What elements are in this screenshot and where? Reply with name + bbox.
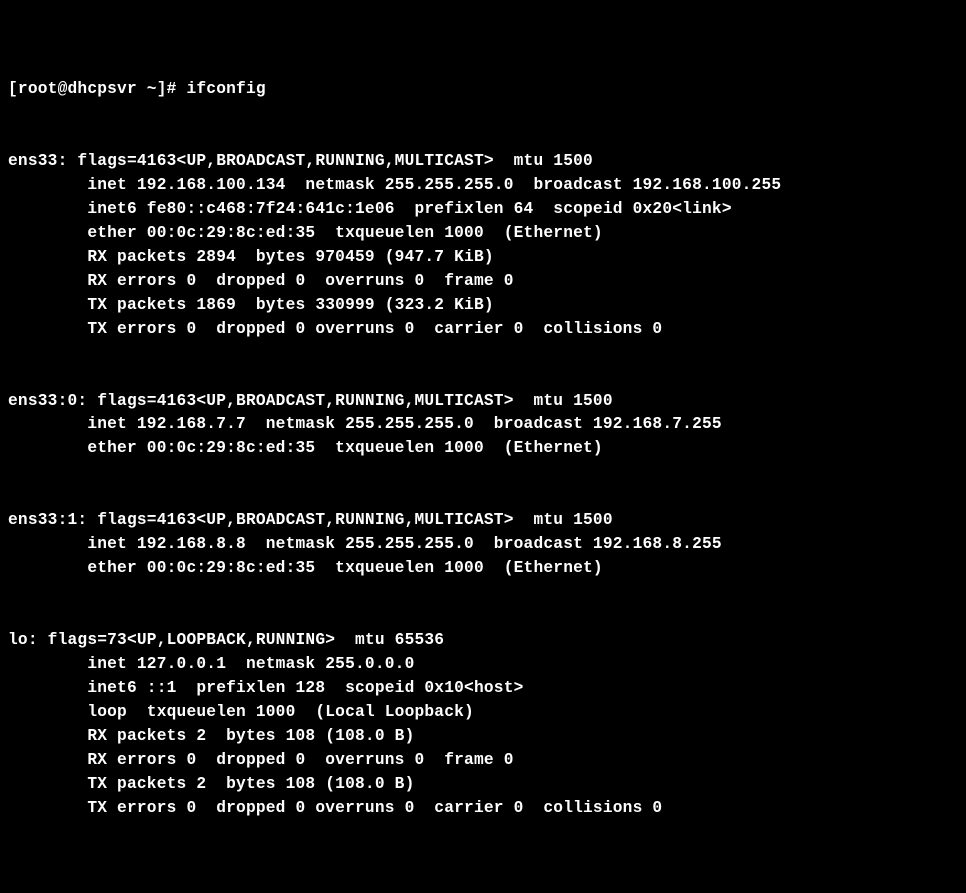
iface-line: ether 00:0c:29:8c:ed:35 txqueuelen 1000 … — [8, 439, 603, 457]
iface-line: inet 192.168.8.8 netmask 255.255.255.0 b… — [8, 535, 722, 553]
iface-line: RX packets 2 bytes 108 (108.0 B) — [8, 727, 414, 745]
iface-header: lo: flags=73<UP,LOOPBACK,RUNNING> mtu 65… — [8, 631, 444, 649]
iface-line: inet6 ::1 prefixlen 128 scopeid 0x10<hos… — [8, 679, 524, 697]
iface-line: inet6 fe80::c468:7f24:641c:1e06 prefixle… — [8, 200, 732, 218]
iface-line: loop txqueuelen 1000 (Local Loopback) — [8, 703, 474, 721]
interface-ens33-1: ens33:1: flags=4163<UP,BROADCAST,RUNNING… — [8, 485, 958, 581]
iface-line: TX packets 1869 bytes 330999 (323.2 KiB) — [8, 296, 494, 314]
iface-line: ether 00:0c:29:8c:ed:35 txqueuelen 1000 … — [8, 559, 603, 577]
iface-line: TX packets 2 bytes 108 (108.0 B) — [8, 775, 414, 793]
interface-ens33-0: ens33:0: flags=4163<UP,BROADCAST,RUNNING… — [8, 366, 958, 462]
iface-line: inet 127.0.0.1 netmask 255.0.0.0 — [8, 655, 414, 673]
iface-header: ens33:0: flags=4163<UP,BROADCAST,RUNNING… — [8, 392, 613, 410]
iface-line: RX errors 0 dropped 0 overruns 0 frame 0 — [8, 751, 514, 769]
iface-header: ens33: flags=4163<UP,BROADCAST,RUNNING,M… — [8, 152, 593, 170]
iface-line: TX errors 0 dropped 0 overruns 0 carrier… — [8, 320, 662, 338]
interface-ens33: ens33: flags=4163<UP,BROADCAST,RUNNING,M… — [8, 126, 958, 342]
iface-line: inet 192.168.7.7 netmask 255.255.255.0 b… — [8, 415, 722, 433]
iface-line: ether 00:0c:29:8c:ed:35 txqueuelen 1000 … — [8, 224, 603, 242]
iface-line: RX errors 0 dropped 0 overruns 0 frame 0 — [8, 272, 514, 290]
shell-prompt[interactable]: [root@dhcpsvr ~]# ifconfig — [8, 78, 958, 102]
interface-lo: lo: flags=73<UP,LOOPBACK,RUNNING> mtu 65… — [8, 605, 958, 821]
iface-line: RX packets 2894 bytes 970459 (947.7 KiB) — [8, 248, 494, 266]
iface-header: ens33:1: flags=4163<UP,BROADCAST,RUNNING… — [8, 511, 613, 529]
iface-line: inet 192.168.100.134 netmask 255.255.255… — [8, 176, 781, 194]
iface-line: TX errors 0 dropped 0 overruns 0 carrier… — [8, 799, 662, 817]
